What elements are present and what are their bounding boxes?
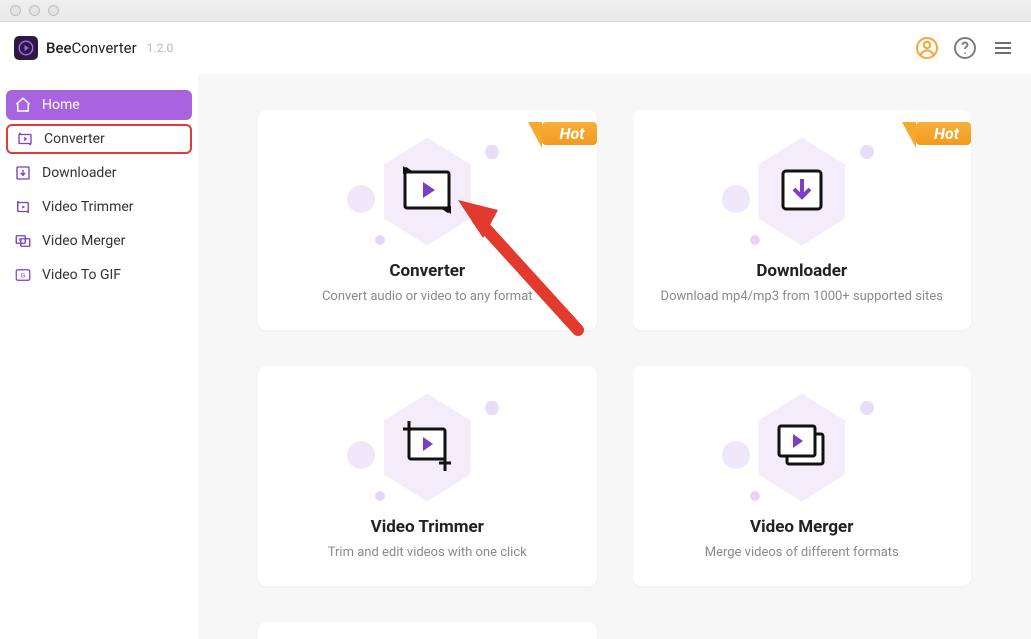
card-trimmer[interactable]: Video Trimmer Trim and edit videos with … bbox=[258, 366, 597, 586]
card-merger[interactable]: Video Merger Merge videos of different f… bbox=[633, 366, 972, 586]
sidebar-item-label: Home bbox=[42, 97, 80, 113]
app-name: BeeConverter bbox=[46, 39, 137, 57]
app-name-a: Bee bbox=[46, 39, 72, 57]
app-logo-icon bbox=[14, 36, 38, 60]
card-desc: Convert audio or video to any format bbox=[322, 289, 533, 304]
trimmer-illustration bbox=[347, 393, 507, 503]
card-downloader[interactable]: Hot Downloader Download mp4/mp3 from 100… bbox=[633, 110, 972, 330]
downloader-illustration bbox=[722, 137, 882, 247]
home-icon bbox=[14, 96, 32, 114]
play-convert-icon bbox=[399, 166, 455, 218]
sidebar: Home Converter Downloader Video Trimmer bbox=[0, 74, 198, 639]
sidebar-item-gif[interactable]: G Video To GIF bbox=[6, 260, 192, 290]
card-title: Converter bbox=[389, 261, 465, 281]
menu-icon[interactable] bbox=[989, 34, 1017, 62]
app-header: BeeConverter 1.2.0 bbox=[0, 22, 1031, 74]
svg-text:G: G bbox=[21, 273, 26, 279]
card-partial[interactable] bbox=[258, 622, 597, 639]
merger-illustration bbox=[722, 393, 882, 503]
download-box-icon bbox=[777, 165, 827, 219]
card-converter[interactable]: Hot Converter Convert audio or video to … bbox=[258, 110, 597, 330]
sidebar-item-label: Video Trimmer bbox=[42, 199, 134, 215]
zoom-traffic-light[interactable] bbox=[48, 5, 59, 16]
hot-badge: Hot bbox=[542, 122, 597, 145]
card-desc: Merge videos of different formats bbox=[705, 545, 899, 560]
sidebar-item-label: Video To GIF bbox=[42, 267, 121, 283]
converter-icon bbox=[16, 130, 34, 148]
sidebar-item-home[interactable]: Home bbox=[6, 90, 192, 120]
close-traffic-light[interactable] bbox=[10, 5, 21, 16]
sidebar-item-trimmer[interactable]: Video Trimmer bbox=[6, 192, 192, 222]
account-icon[interactable] bbox=[913, 34, 941, 62]
sidebar-item-label: Downloader bbox=[42, 165, 117, 181]
download-icon bbox=[14, 164, 32, 182]
card-title: Video Trimmer bbox=[371, 517, 484, 537]
hot-badge: Hot bbox=[916, 122, 971, 145]
gif-icon: G bbox=[14, 266, 32, 284]
trim-icon bbox=[399, 419, 455, 477]
sidebar-item-label: Converter bbox=[44, 131, 105, 147]
card-title: Downloader bbox=[756, 261, 847, 281]
minimize-traffic-light[interactable] bbox=[29, 5, 40, 16]
sidebar-item-merger[interactable]: Video Merger bbox=[6, 226, 192, 256]
merge-icon bbox=[773, 420, 831, 476]
window-titlebar bbox=[0, 0, 1031, 22]
help-icon[interactable] bbox=[951, 34, 979, 62]
converter-illustration bbox=[347, 137, 507, 247]
sidebar-item-label: Video Merger bbox=[42, 233, 125, 249]
sidebar-item-downloader[interactable]: Downloader bbox=[6, 158, 192, 188]
trimmer-icon bbox=[14, 198, 32, 216]
app-name-b: Converter bbox=[72, 39, 137, 57]
merger-icon bbox=[14, 232, 32, 250]
main-content: Hot Converter Convert audio or video to … bbox=[198, 74, 1031, 639]
card-title: Video Merger bbox=[750, 517, 853, 537]
sidebar-item-converter[interactable]: Converter bbox=[6, 124, 192, 154]
card-desc: Download mp4/mp3 from 1000+ supported si… bbox=[661, 289, 943, 304]
app-version: 1.2.0 bbox=[147, 41, 174, 55]
card-desc: Trim and edit videos with one click bbox=[328, 545, 527, 560]
